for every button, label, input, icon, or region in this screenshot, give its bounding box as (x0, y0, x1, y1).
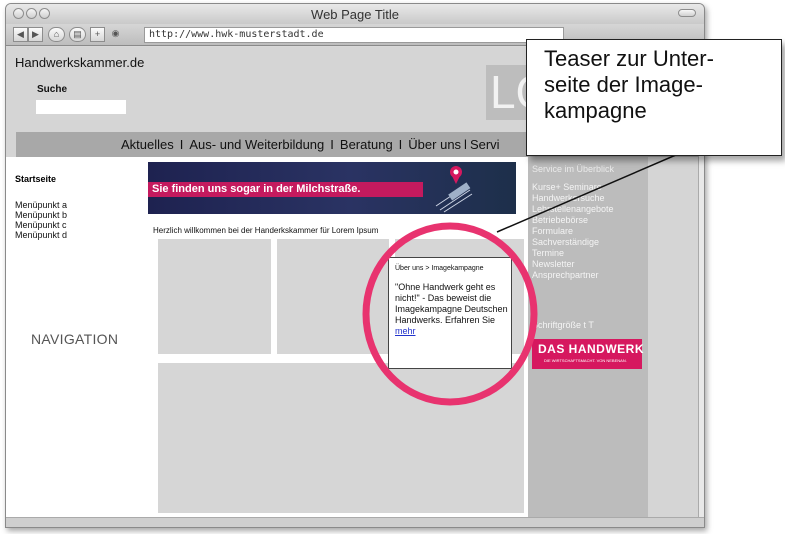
service-list: Kurse+ Seminare Handwerkersuche Lehrstel… (532, 182, 614, 281)
search-label: Suche (37, 84, 68, 95)
service-link[interactable]: Termine (532, 248, 614, 259)
stage: Web Page Title ◀ ▶ ⌂ ▤ + ◉ http://www.hw… (0, 0, 785, 534)
add-bookmark-icon[interactable]: + (90, 27, 105, 42)
window-title: Web Page Title (311, 7, 399, 22)
site-icon: ◉ (111, 28, 120, 38)
nav-item-weiterbildung[interactable]: Aus- und Weiterbildung (189, 137, 324, 152)
callout-text: Teaser zur Unter- seite der Image- kampa… (544, 46, 714, 124)
service-heading: Service im Überblick (532, 164, 615, 174)
content-tile-large (158, 363, 524, 513)
nav-item-beratung[interactable]: Beratung (340, 137, 393, 152)
print-icon[interactable]: ▤ (69, 27, 86, 42)
nav-separator: I (330, 137, 334, 152)
search-input[interactable] (36, 100, 126, 114)
menu-item-a[interactable]: Menüpunkt a (15, 200, 67, 210)
forward-icon[interactable]: ▶ (28, 27, 43, 42)
service-link[interactable]: Betriebebörse (532, 215, 614, 226)
service-link[interactable]: Ansprechpartner (532, 270, 614, 281)
service-link[interactable]: Formulare (532, 226, 614, 237)
navigation-label: NAVIGATION (31, 331, 119, 347)
menu-item-d[interactable]: Menüpunkt d (15, 230, 67, 240)
service-link[interactable]: Sachverständige (532, 237, 614, 248)
nav-home-link[interactable]: Startseite (15, 174, 56, 184)
nav-separator: I (398, 137, 403, 152)
home-icon[interactable]: ⌂ (48, 27, 65, 42)
title-bar: Web Page Title (6, 4, 704, 24)
nav-item-service[interactable]: Servi (470, 137, 500, 152)
teaser-text: "Ohne Handwerk geht es nicht!" - Das bew… (395, 282, 513, 337)
callout-line: Teaser zur Unter- (544, 46, 714, 71)
teaser-body: "Ohne Handwerk geht es nicht!" - Das bew… (395, 282, 508, 325)
service-link[interactable]: Handwerkersuche (532, 193, 614, 204)
back-icon[interactable]: ◀ (13, 27, 28, 42)
left-navigation: Startseite Menüpunkt a Menüpunkt b Menüp… (6, 157, 146, 517)
welcome-text: Herzlich willkommen bei der Handerkskamm… (153, 226, 379, 235)
service-link[interactable]: Kurse+ Seminare (532, 182, 614, 193)
menu-item-b[interactable]: Menüpunkt b (15, 210, 67, 220)
callout-line: seite der Image- (544, 72, 703, 97)
status-bar (6, 517, 704, 527)
left-menu: Menüpunkt a Menüpunkt b Menüpunkt c Menü… (15, 200, 67, 240)
teaser-breadcrumb: Über uns > Imagekampagne (395, 265, 484, 272)
teaser-more-link[interactable]: mehr (395, 326, 416, 336)
campaign-banner[interactable]: Sie finden uns sogar in der Milchstraße. (148, 162, 516, 214)
content-tile (158, 239, 271, 354)
callout-line: kampagne (544, 98, 647, 123)
badge-title: DAS HANDWERK (538, 342, 644, 356)
annotation-callout: Teaser zur Unter- seite der Image- kampa… (526, 39, 782, 156)
nav-item-ueber-uns[interactable]: Über uns (408, 137, 461, 152)
nav-item-aktuelles[interactable]: Aktuelles (121, 137, 174, 152)
nav-separator: l (464, 137, 467, 152)
site-brand[interactable]: Handwerkskammer.de (15, 55, 144, 70)
das-handwerk-badge[interactable]: DAS HANDWERK DIE WIRTSCHAFTSMACHT. VON N… (532, 339, 644, 369)
rocket-icon (435, 166, 473, 213)
service-link[interactable]: Lehrstellenangebote (532, 204, 614, 215)
menu-item-c[interactable]: Menüpunkt c (15, 220, 67, 230)
toolbar-toggle-button[interactable] (678, 9, 696, 17)
image-campaign-teaser: Über uns > Imagekampagne "Ohne Handwerk … (388, 257, 512, 369)
right-sidebar: Service im Überblick Kurse+ Seminare Han… (528, 157, 648, 517)
font-size-control[interactable]: Schriftgröße t T (532, 320, 594, 330)
service-link[interactable]: Newsletter (532, 259, 614, 270)
address-bar[interactable]: http://www.hwk-musterstadt.de (144, 27, 564, 43)
nav-separator: I (179, 137, 184, 152)
content-tile (277, 239, 389, 354)
badge-subtitle: DIE WIRTSCHAFTSMACHT. VON NEBENAN. (544, 358, 627, 363)
